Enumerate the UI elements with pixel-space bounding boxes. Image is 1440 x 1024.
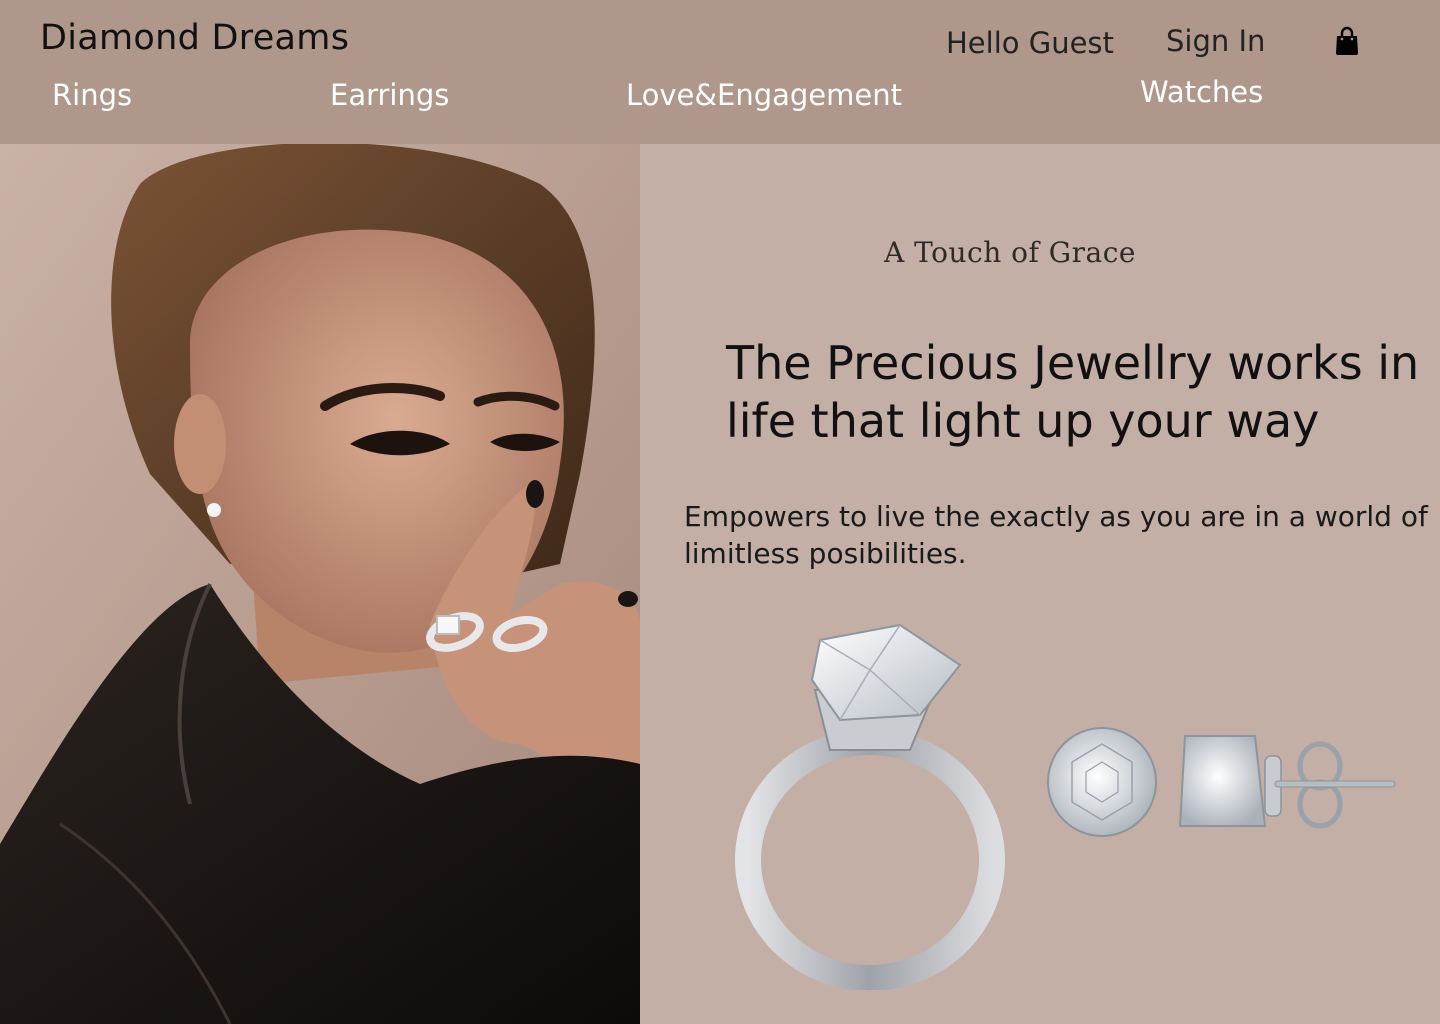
hero-tagline: A Touch of Grace [884,236,1136,269]
sign-in-link[interactable]: Sign In [1166,24,1265,58]
site-header: Diamond Dreams Hello Guest Sign In Rings… [0,0,1440,144]
nav-watches[interactable]: Watches [1140,75,1263,109]
solitaire-ring-image [735,623,1005,990]
hero-headline: The Precious Jewellry works in life that… [726,336,1420,448]
shopping-bag-icon[interactable] [1334,26,1360,56]
greeting-text: Hello Guest [946,26,1114,60]
hero-description: Empowers to live the exactly as you are … [684,500,1428,570]
model-photo [0,144,640,1024]
nav-earrings[interactable]: Earrings [330,78,449,112]
nav-rings[interactable]: Rings [52,78,132,112]
nav-love-engagement[interactable]: Love&Engagement [626,78,902,112]
brand-logo[interactable]: Diamond Dreams [40,18,349,58]
diamond-stud-earrings-image [1047,727,1396,837]
